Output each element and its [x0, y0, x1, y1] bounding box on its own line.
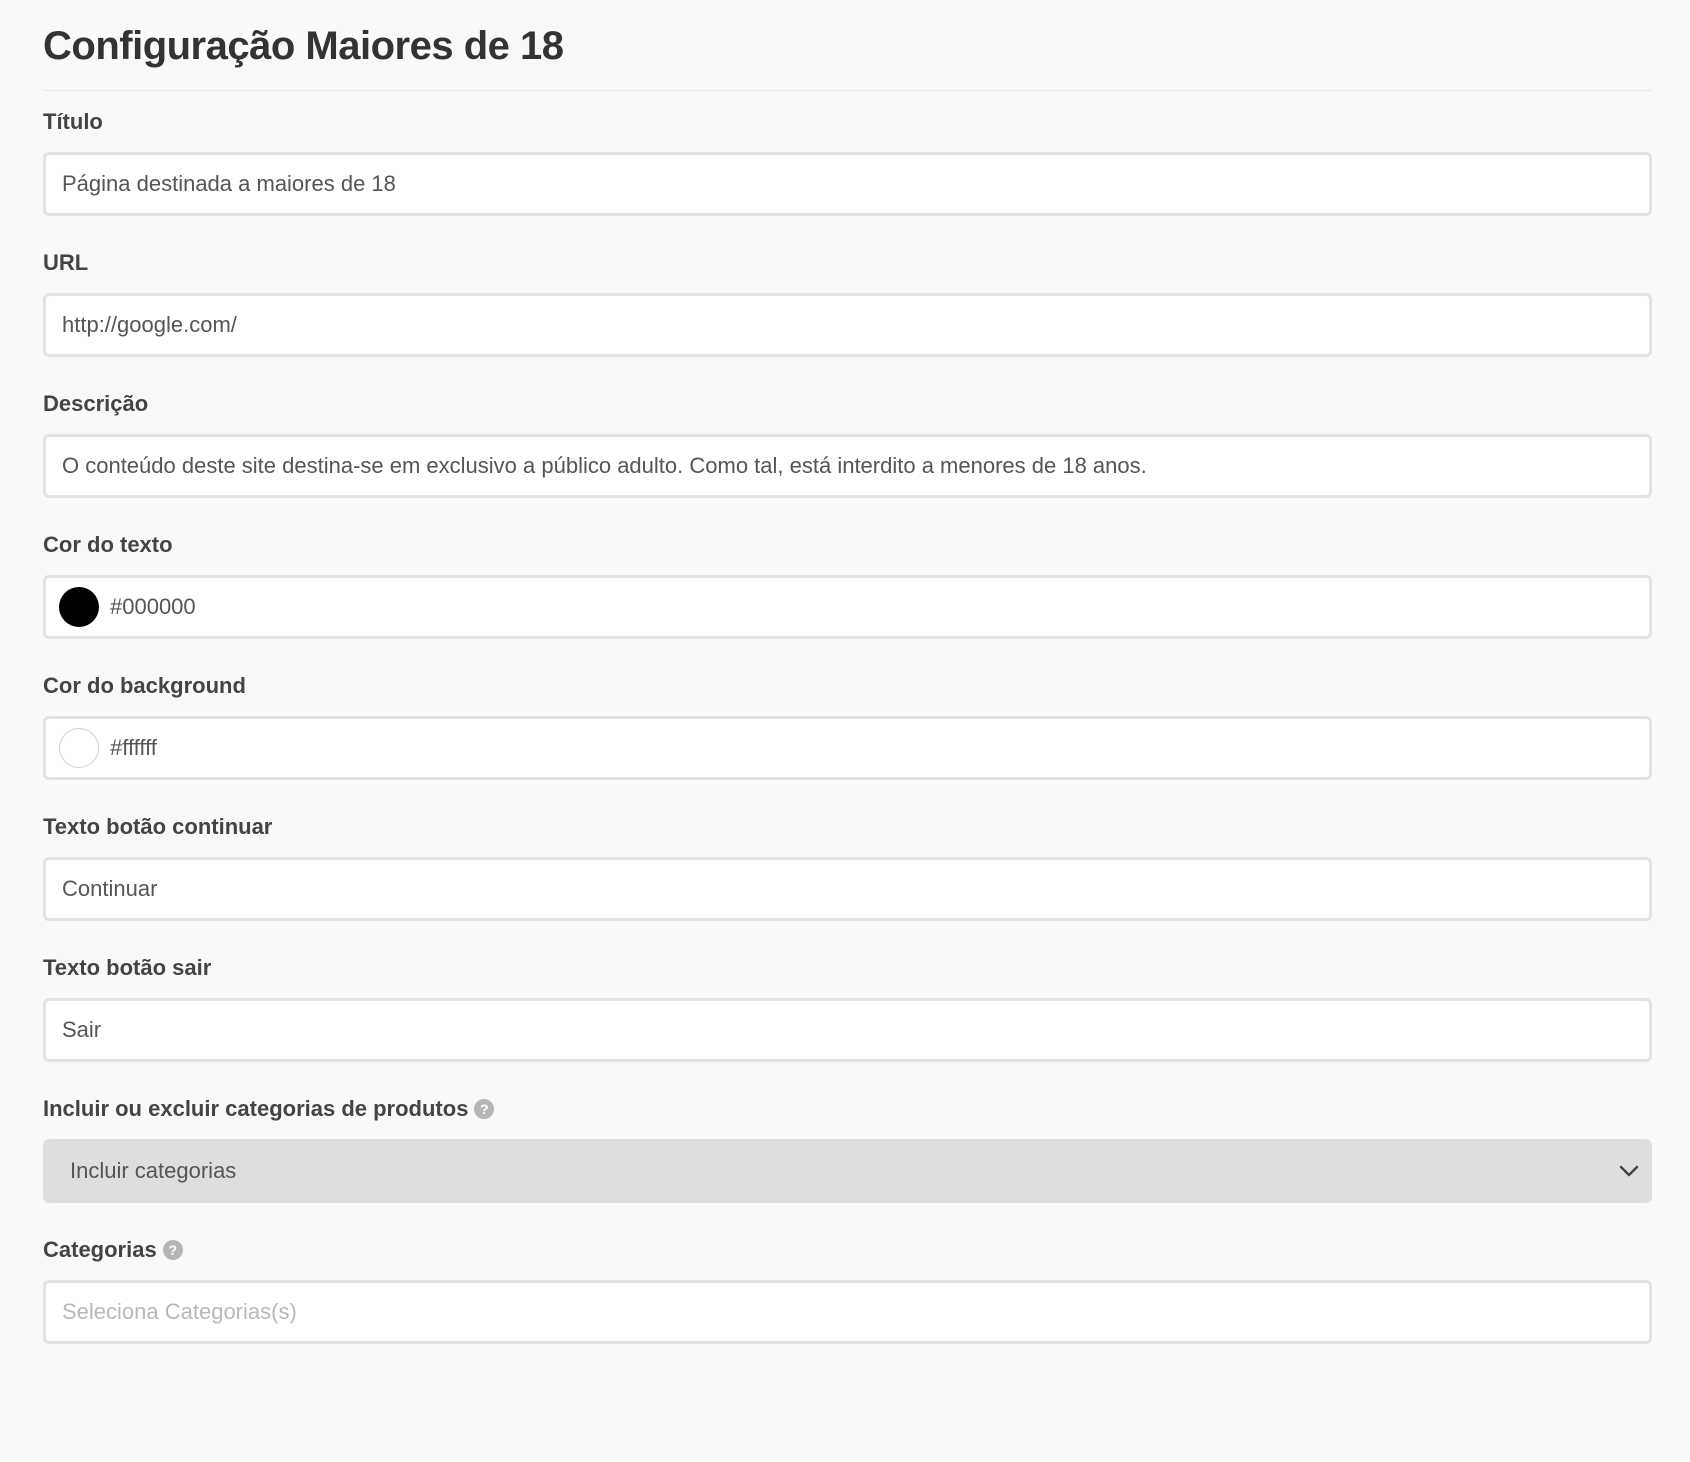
field-texto-continuar: Texto botão continuar [43, 813, 1652, 921]
title-divider [43, 90, 1652, 91]
cor-background-input[interactable]: #ffffff [43, 716, 1652, 780]
field-label: URL [43, 250, 89, 275]
question-circle-icon[interactable]: ? [162, 1240, 183, 1260]
categorias-input[interactable] [43, 1280, 1652, 1344]
incluir-excluir-select[interactable]: Incluir categorias [43, 1139, 1652, 1203]
page-title: Configuração Maiores de 18 [43, 24, 564, 68]
field-cor-background: Cor do background #ffffff [43, 672, 1652, 780]
field-label: Cor do background [43, 673, 246, 698]
field-incluir-excluir: Incluir ou excluir categorias de produto… [43, 1095, 1652, 1203]
cor-texto-input[interactable]: #000000 [43, 575, 1652, 639]
chevron-down-icon [1616, 1158, 1642, 1184]
field-label: Incluir ou excluir categorias de produto… [43, 1095, 1652, 1123]
question-circle-icon[interactable]: ? [474, 1099, 495, 1119]
texto-sair-input[interactable] [43, 998, 1652, 1062]
color-swatch[interactable] [59, 587, 99, 627]
field-label: Categorias ? [43, 1236, 1652, 1264]
texto-continuar-input[interactable] [43, 857, 1652, 921]
color-value: #000000 [110, 594, 196, 619]
field-label-text: Categorias [43, 1237, 157, 1262]
settings-page: Configuração Maiores de 18 Título URL De… [43, 0, 1652, 1344]
field-categorias: Categorias ? [43, 1236, 1652, 1344]
select-value: Incluir categorias [70, 1158, 237, 1183]
color-value: #ffffff [110, 735, 157, 760]
field-texto-sair: Texto botão sair [43, 954, 1652, 1062]
field-label-text: Incluir ou excluir categorias de produto… [43, 1096, 469, 1121]
field-label: Cor do texto [43, 532, 173, 557]
url-input[interactable] [43, 293, 1652, 357]
field-descricao: Descrição [43, 390, 1652, 498]
field-cor-texto: Cor do texto #000000 [43, 531, 1652, 639]
field-label: Texto botão sair [43, 955, 212, 980]
field-label: Título [43, 109, 103, 134]
titulo-input[interactable] [43, 152, 1652, 216]
color-swatch[interactable] [59, 728, 99, 768]
field-label: Texto botão continuar [43, 814, 273, 839]
descricao-input[interactable] [43, 434, 1652, 498]
field-label: Descrição [43, 391, 149, 416]
field-titulo: Título [43, 108, 1652, 216]
field-url: URL [43, 249, 1652, 357]
